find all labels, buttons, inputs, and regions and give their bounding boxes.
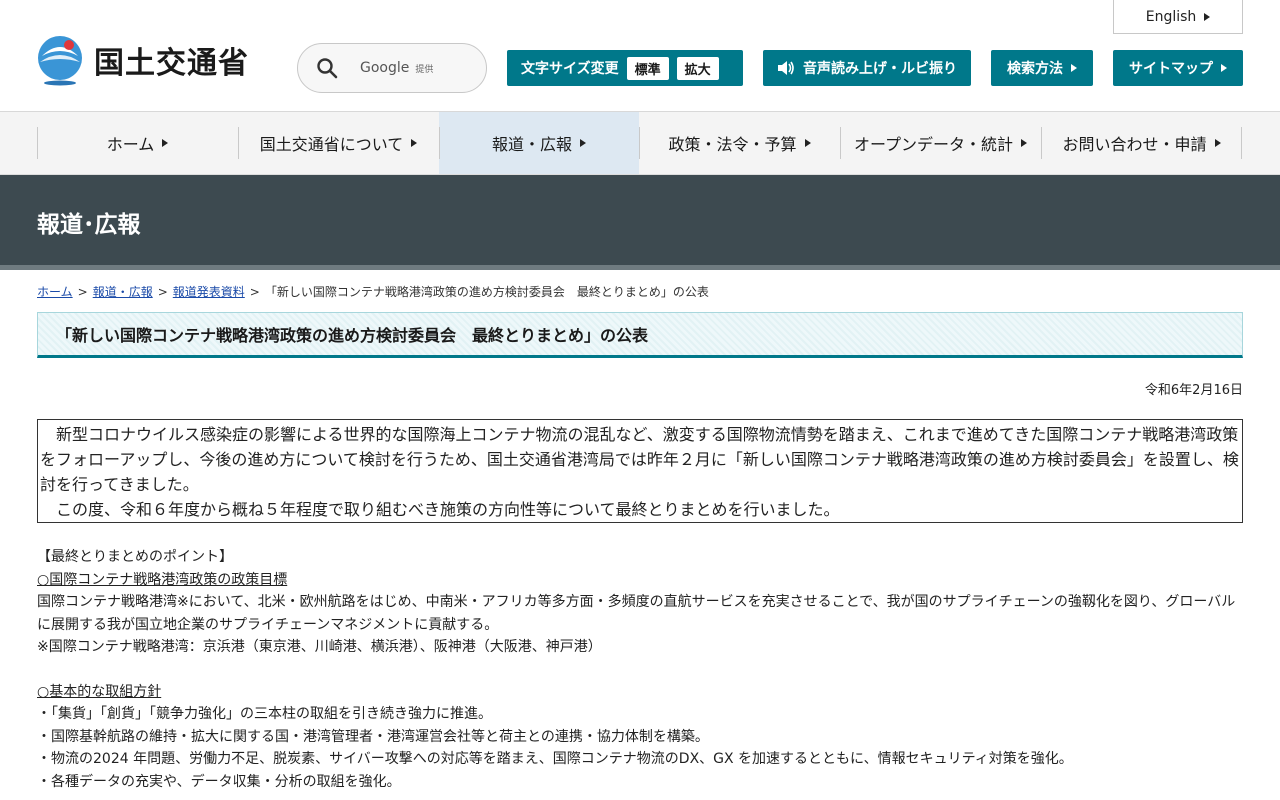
font-size-label: 文字サイズ変更 [521,61,619,77]
sitemap-button[interactable]: サイトマップ [1113,50,1243,86]
article-title-box: 「新しい国際コンテナ戦略港湾政策の進め方検討委員会 最終とりまとめ」の公表 [37,312,1243,358]
intro-box: 新型コロナウイルス感染症の影響による世界的な国際海上コンテナ物流の混乱など、激変… [37,419,1243,523]
english-link[interactable]: English [1113,0,1243,34]
site-logo[interactable]: 国土交通省 [36,32,266,88]
search-method-button[interactable]: 検索方法 [991,50,1093,86]
nav-divider [639,127,640,159]
arrow-right-icon [162,139,169,147]
voice-reading-button[interactable]: 音声読み上げ・ルビ振り [763,50,971,86]
font-size-standard-button[interactable]: 標準 [626,56,669,80]
breadcrumb-link-home[interactable]: ホーム [37,285,73,299]
english-label: English [1145,8,1197,25]
article-body: 【最終とりまとめのポイント】 ○国際コンテナ戦略港湾政策の政策目標 国際コンテナ… [37,546,1247,793]
breadcrumb: ホーム > 報道・広報 > 報道発表資料 > 「新しい国際コンテナ戦略港湾政策の進め方検討委… [37,285,709,299]
google-brand: Google [360,60,410,76]
publish-date: 令和6年2月16日 [1144,383,1243,398]
nav-divider [1041,127,1042,159]
section-heading: ○基本的な取組方針 [37,683,162,700]
breadcrumb-link-press[interactable]: 報道・広報 [93,285,153,299]
page-title: 「新しい国際コンテナ戦略港湾政策の進め方検討委員会 最終とりまとめ」の公表 [56,326,649,345]
logo-text: 国土交通省 [94,46,249,81]
section-text: 国際コンテナ戦略港湾※において、北米・欧州航路をはじめ、中南米・アフリカ等多方面… [37,594,1236,633]
mlit-logo-icon [38,36,82,86]
arrow-right-icon [1021,139,1028,147]
breadcrumb-link-releases[interactable]: 報道発表資料 [173,285,245,299]
breadcrumb-current: 「新しい国際コンテナ戦略港湾政策の進め方検討委員会 最終とりまとめ」の公表 [264,285,709,299]
section-note: ※国際コンテナ戦略港湾：京浜港（東京港、川崎港、横浜港）、阪神港（大阪港、神戸港… [37,639,602,655]
nav-item-label: 政策・法令・予算 [668,135,797,154]
arrow-right-icon [580,139,586,147]
nav-item-label: お問い合わせ・申請 [1062,135,1207,154]
list-item: ・国際基幹航路の維持・拡大に関する国・港湾管理者・港湾運営会社等と荷主との連携・… [37,728,709,745]
nav-item-label: 報道・広報 [491,135,572,154]
nav-divider [37,127,38,159]
nav-item-about[interactable]: 国土交通省について [238,112,439,174]
arrow-right-icon [804,139,811,147]
points-heading: 【最終とりまとめのポイント】 [37,549,233,565]
speaker-icon [778,61,794,75]
arrow-right-icon [1071,64,1077,72]
nav-item-contact[interactable]: お問い合わせ・申請 [1041,112,1242,174]
banner-strip [0,265,1280,270]
nav-item-label: オープンデータ・統計 [853,135,1014,154]
nav-item-label: 国土交通省について [259,135,404,154]
search-icon [317,58,338,79]
list-item: ・「集貨」「創貨」「競争力強化」の三本柱の取組を引き続き強力に推進。 [37,706,492,722]
page-banner: 報道･広報 [0,175,1280,265]
nav-divider [840,127,841,159]
arrow-right-icon [1204,12,1211,21]
global-nav: ホーム 国土交通省について 報道・広報 政策・法令・予算 オープンデータ・統計 … [0,112,1280,175]
site-header: 国土交通省 Google 提供 English 文字サイズ変更 標準 拡大 音声… [0,0,1280,112]
font-size-large-button[interactable]: 拡大 [676,56,719,80]
search-method-label: 検索方法 [1007,61,1063,77]
section-heading: ○国際コンテナ戦略港湾政策の政策目標 [37,571,288,588]
site-search[interactable]: Google 提供 [297,43,487,93]
intro-paragraph: 新型コロナウイルス感染症の影響による世界的な国際海上コンテナ物流の混乱など、激変… [40,425,1239,494]
nav-item-press[interactable]: 報道・広報 [439,112,639,174]
nav-item-policy[interactable]: 政策・法令・予算 [639,112,840,174]
font-size-control: 文字サイズ変更 標準 拡大 [507,50,743,86]
nav-item-home[interactable]: ホーム [37,112,238,174]
nav-divider [439,127,440,159]
nav-item-opendata[interactable]: オープンデータ・統計 [840,112,1041,174]
intro-paragraph: この度、令和６年度から概ね５年程度で取り組むべき施策の方向性等について最終とりま… [56,500,840,519]
arrow-right-icon [1214,139,1221,147]
google-sub: 提供 [415,64,434,75]
nav-divider [1241,127,1242,159]
nav-divider [238,127,239,159]
banner-title: 報道･広報 [37,212,141,238]
arrow-right-icon [411,139,418,147]
arrow-right-icon [1221,64,1227,72]
nav-item-label: ホーム [106,135,155,154]
voice-reading-label: 音声読み上げ・ルビ振り [803,61,957,77]
sitemap-label: サイトマップ [1129,61,1213,77]
list-item: ・物流の2024 年問題、労働力不足、脱炭素、サイバー攻撃への対応等を踏まえ、国… [37,751,1073,767]
list-item: ・各種データの充実や、データ収集・分析の取組を強化。 [37,773,401,790]
